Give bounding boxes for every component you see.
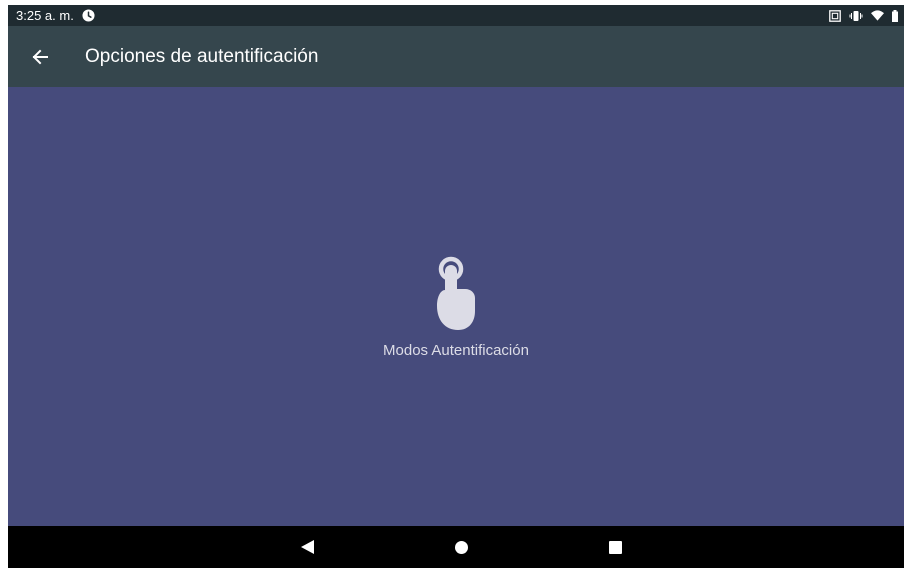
content-area: Modos Autentificación [8,87,904,526]
arrow-back-icon [32,49,48,65]
app-screen: 3:25 a. m. Opciones de autentificación M… [8,5,904,568]
status-bar: 3:25 a. m. [8,5,904,26]
status-time: 3:25 a. m. [16,8,74,23]
home-circle-icon [454,540,468,554]
navigation-bar [8,526,904,568]
nav-back-button[interactable] [277,526,337,568]
vibrate-icon [849,10,863,22]
toolbar: Opciones de autentificación [8,26,904,87]
wifi-icon [871,10,884,21]
battery-icon [892,9,898,22]
nav-home-button[interactable] [431,526,491,568]
recents-square-icon [608,540,622,554]
clock-icon [82,9,95,22]
status-left: 3:25 a. m. [16,8,95,23]
screenshot-icon [829,9,841,22]
nav-recents-button[interactable] [585,526,645,568]
status-right [829,9,898,22]
page-title: Opciones de autentificación [85,45,319,67]
back-button[interactable] [8,26,72,87]
auth-modes-label: Modos Autentificación [383,342,529,359]
back-triangle-icon [300,540,314,554]
touch-finger-icon [436,256,476,332]
auth-modes-option[interactable]: Modos Autentificación [383,256,529,359]
